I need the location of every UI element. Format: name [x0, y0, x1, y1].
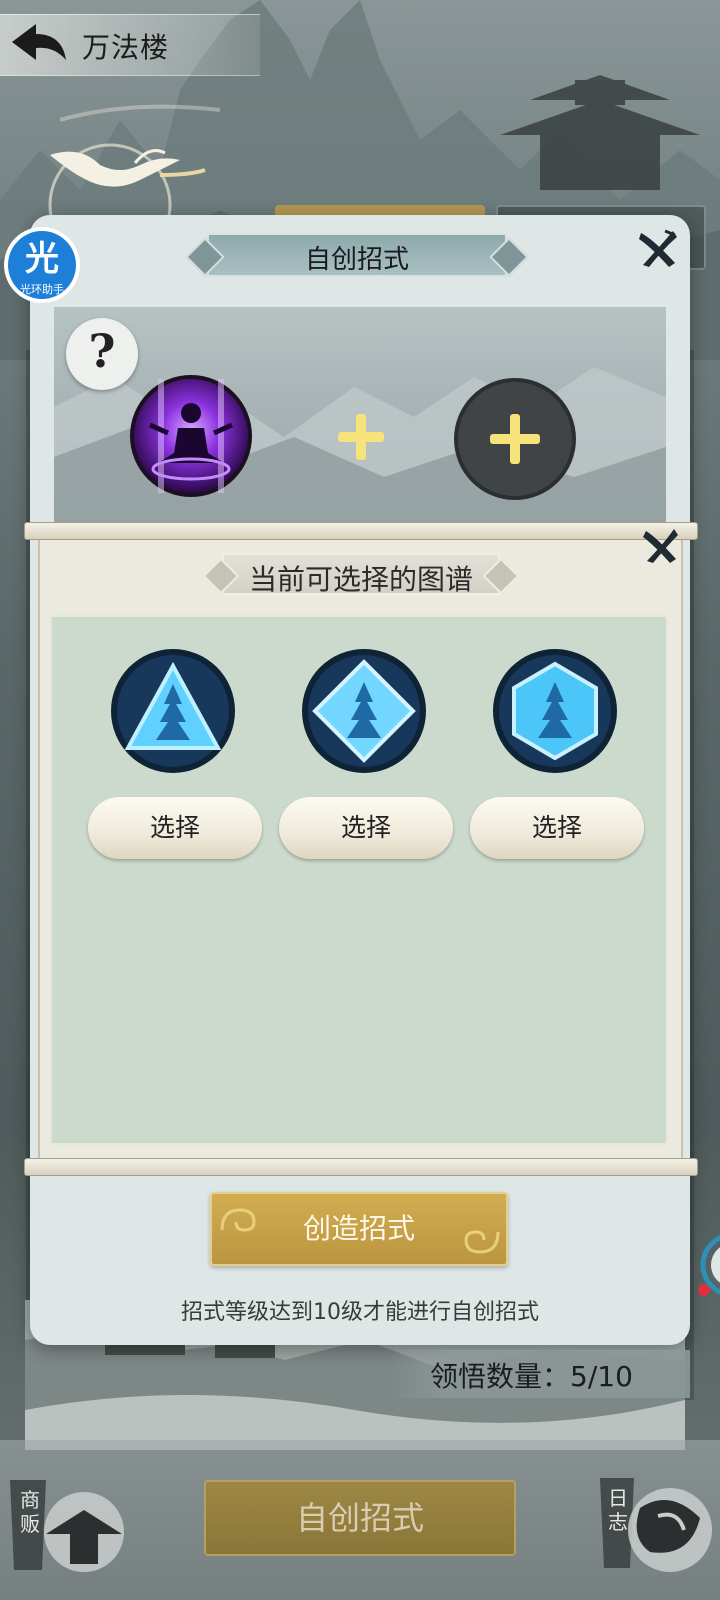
close-icon[interactable] — [635, 225, 681, 271]
dialog-title: 自创招式 — [304, 245, 409, 275]
merchant-label: 商贩 — [20, 1488, 40, 1536]
dialog-title-band: 自创招式 — [207, 233, 507, 277]
comprehension-count: 领悟数量：5/10 — [430, 1360, 633, 1393]
select-button[interactable]: 选择 — [88, 797, 262, 859]
comprehension-count-panel: 领悟数量：5/10 — [390, 1350, 690, 1398]
back-arrow-icon[interactable] — [8, 20, 70, 70]
select-button[interactable]: 选择 — [279, 797, 453, 859]
create-move-button[interactable]: 创造招式 — [210, 1192, 508, 1266]
create-move-main-button-label: 自创招式 — [295, 1499, 424, 1537]
scroll-rod-bottom — [24, 1158, 698, 1176]
chart-selector-title-band: 当前可选择的图谱 — [222, 553, 500, 596]
merchant-button[interactable]: 商贩 — [6, 1470, 126, 1580]
diamond-chart-icon[interactable] — [301, 648, 427, 774]
scroll-rod-top — [24, 522, 698, 540]
select-button[interactable]: 选择 — [470, 797, 644, 859]
close-icon[interactable] — [640, 525, 682, 567]
assistant-badge-char: 光 — [25, 239, 59, 279]
notification-dot — [698, 1284, 710, 1296]
assistant-badge-label: 光环助手 — [20, 283, 64, 296]
create-move-main-button[interactable]: 自创招式 — [204, 1480, 516, 1556]
triangle-chart-icon[interactable] — [110, 648, 236, 774]
assistant-badge[interactable]: 光 光环助手 — [2, 225, 82, 305]
create-move-button-label: 创造招式 — [302, 1212, 415, 1245]
log-label: 日志 — [608, 1486, 628, 1534]
empty-skill-slot[interactable] — [452, 376, 578, 502]
hexagon-chart-icon[interactable] — [492, 648, 618, 774]
skill-slot-purple[interactable] — [128, 373, 254, 499]
question-mark-icon: ? — [88, 324, 116, 378]
log-button[interactable]: 日志 — [600, 1468, 718, 1580]
page-title: 万法楼 — [82, 31, 170, 64]
requirement-hint: 招式等级达到10级才能进行自创招式 — [181, 1300, 539, 1325]
chart-selector-title: 当前可选择的图谱 — [248, 563, 473, 596]
plus-icon — [338, 414, 384, 460]
